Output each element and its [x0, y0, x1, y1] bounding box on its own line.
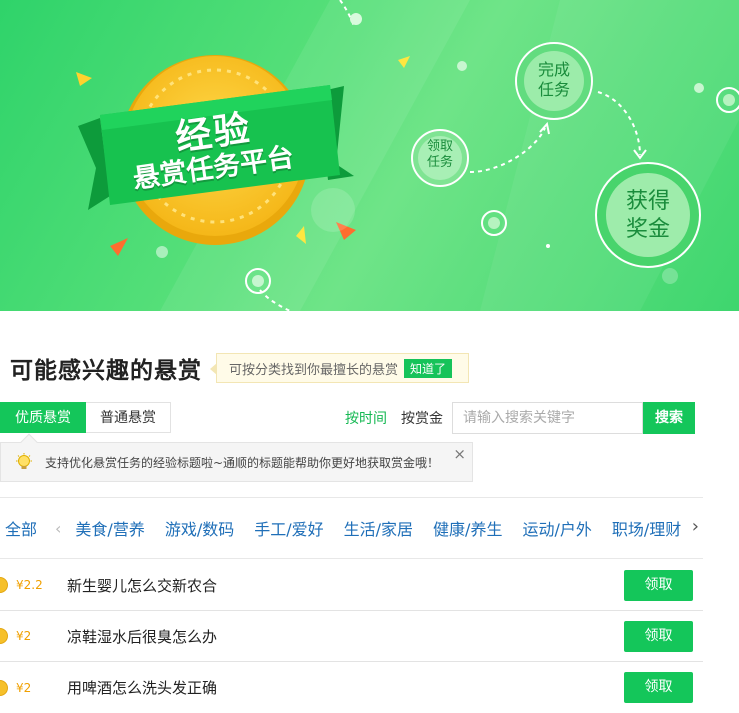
category-item[interactable]: 运动/户外 — [522, 516, 591, 540]
section-title: 可能感兴趣的悬赏 — [10, 358, 202, 384]
category-all[interactable]: 全部 — [5, 516, 37, 540]
task-row: ¥2.2 新生婴儿怎么交新农合 领取 — [0, 560, 703, 611]
task-title[interactable]: 新生婴儿怎么交新农合 — [67, 575, 217, 596]
close-icon[interactable]: × — [453, 445, 466, 463]
category-item[interactable]: 美食/营养 — [75, 516, 144, 540]
tab-quality[interactable]: 优质悬赏 — [0, 402, 86, 433]
hint-dismiss-button[interactable]: 知道了 — [404, 358, 453, 378]
category-bar: 全部 ‹ 美食/营养 游戏/数码 手工/爱好 生活/家居 健康/养生 运动/户外… — [0, 497, 703, 559]
tip-pointer — [20, 433, 38, 451]
reward-amount: ¥2.2 — [16, 578, 43, 592]
banner: 经验 悬赏任务平台 领取 任务 完成 任务 获得 奖金 — [0, 0, 739, 311]
sort-by-time[interactable]: 按时间 — [345, 408, 387, 428]
task-title[interactable]: 凉鞋湿水后很臭怎么办 — [67, 626, 217, 647]
bounty-tabs: 优质悬赏 普通悬赏 — [0, 402, 171, 433]
tab-normal[interactable]: 普通悬赏 — [86, 402, 171, 433]
coin-icon — [0, 577, 8, 593]
coin-icon — [0, 679, 8, 696]
reward-amount: ¥2 — [16, 629, 32, 643]
search-button[interactable]: 搜索 — [643, 402, 695, 434]
category-item[interactable]: 生活/家居 — [344, 516, 413, 540]
lightbulb-icon — [16, 453, 32, 469]
tip-text: 支持优化悬赏任务的经验标题啦~通顺的标题能帮助你更好地获取赏金哦！ — [45, 455, 440, 470]
chevron-right-icon[interactable]: › — [692, 516, 699, 537]
section-header: 可能感兴趣的悬赏 可按分类找到你最擅长的悬赏 知道了 — [10, 351, 470, 385]
coin-icon — [0, 628, 8, 644]
step-complete-label: 完成 任务 — [537, 60, 570, 99]
step-claim-label: 领取 任务 — [426, 139, 453, 171]
banner-artwork — [76, 0, 739, 311]
sort-by-reward[interactable]: 按赏金 — [401, 408, 443, 428]
category-item[interactable]: 健康/养生 — [433, 516, 502, 540]
filter-bar: 按时间 按赏金 请输入搜索关键字 搜索 — [345, 402, 695, 434]
chevron-left-icon[interactable]: ‹ — [55, 519, 61, 538]
task-title[interactable]: 用啤酒怎么洗头发正确 — [67, 677, 217, 698]
reward-amount: ¥2 — [16, 680, 32, 695]
category-item[interactable]: 游戏/数码 — [165, 516, 234, 540]
task-row: ¥2 用啤酒怎么洗头发正确 领取 — [0, 662, 703, 713]
claim-button[interactable]: 领取 — [624, 620, 693, 652]
tip-banner: 支持优化悬赏任务的经验标题啦~通顺的标题能帮助你更好地获取赏金哦！ × — [0, 433, 473, 482]
claim-button[interactable]: 领取 — [624, 569, 693, 601]
category-item[interactable]: 手工/爱好 — [254, 516, 323, 540]
hint-box: 可按分类找到你最擅长的悬赏 知道了 — [209, 353, 470, 383]
category-item[interactable]: 职场/理财 — [612, 516, 681, 540]
search-input[interactable]: 请输入搜索关键字 — [452, 402, 643, 434]
task-row: ¥2 凉鞋湿水后很臭怎么办 领取 — [0, 611, 703, 662]
hint-text: 可按分类找到你最擅长的悬赏 — [229, 362, 399, 378]
claim-button[interactable]: 领取 — [624, 672, 693, 703]
step-reward-label: 获得 奖金 — [625, 189, 670, 242]
